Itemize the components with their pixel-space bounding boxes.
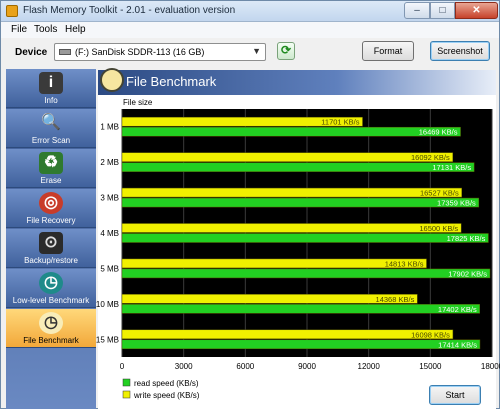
- bar-value-label: 17825 KB/s: [447, 234, 486, 243]
- legend-swatch: [122, 378, 131, 387]
- bar-value-label: 16092 KB/s: [411, 153, 450, 162]
- bar-read: [121, 304, 480, 314]
- bar-value-label: 16469 KB/s: [419, 128, 458, 137]
- bar-write: [121, 258, 427, 269]
- bar-read: [121, 162, 475, 172]
- bar-value-label: 11701 KB/s: [321, 118, 359, 127]
- x-tick-label: 18000: [481, 362, 500, 371]
- bar-value-label: 16098 KB/s: [411, 330, 450, 339]
- x-tick-label: 3000: [175, 362, 193, 371]
- benchmark-chart: 0 3000 6000 9000 12000 15000 18000 1 MB 11701 KB…: [96, 109, 500, 400]
- bar-value-label: 16500 KB/s: [419, 224, 458, 233]
- bar-write: [121, 294, 418, 304]
- category-label: 3 MB: [100, 194, 119, 203]
- bar-read: [121, 268, 491, 279]
- bar-value-label: 16527 KB/s: [420, 189, 459, 198]
- app-window: Flash Memory Toolkit - 2.01 - evaluation…: [0, 0, 500, 409]
- bar-value-label: 14368 KB/s: [376, 295, 415, 304]
- bar-value-label: 17402 KB/s: [438, 305, 477, 314]
- bar-value-label: 14813 KB/s: [385, 259, 424, 268]
- legend-label: write speed (KB/s): [133, 391, 200, 400]
- x-tick-label: 6000: [236, 362, 254, 371]
- bar-write: [121, 187, 462, 198]
- x-tick-label: 9000: [298, 362, 316, 371]
- bar-read: [121, 197, 480, 208]
- bar-value-label: 17902 KB/s: [448, 269, 487, 278]
- start-button[interactable]: Start: [429, 385, 481, 405]
- bar-write: [121, 152, 454, 162]
- bar-read: [121, 339, 481, 350]
- bar-value-label: 17359 KB/s: [437, 199, 476, 208]
- category-label: 1 MB: [100, 123, 119, 132]
- bar-value-label: 17414 KB/s: [438, 340, 477, 349]
- x-tick-label: 12000: [358, 362, 381, 371]
- category-label: 10 MB: [96, 300, 119, 309]
- bar-write: [121, 329, 454, 340]
- bar-write: [121, 223, 462, 233]
- legend-label: read speed (KB/s): [134, 379, 199, 388]
- x-tick-label: 15000: [419, 362, 442, 371]
- category-label: 4 MB: [100, 229, 119, 238]
- category-label: 2 MB: [100, 158, 119, 167]
- bar-read: [121, 126, 461, 137]
- bar-value-label: 17131 KB/s: [432, 163, 471, 172]
- category-label: 15 MB: [96, 335, 119, 344]
- category-label: 5 MB: [100, 264, 119, 273]
- x-tick-label: 0: [120, 362, 125, 371]
- bar-read: [121, 233, 489, 243]
- legend-swatch: [122, 390, 131, 399]
